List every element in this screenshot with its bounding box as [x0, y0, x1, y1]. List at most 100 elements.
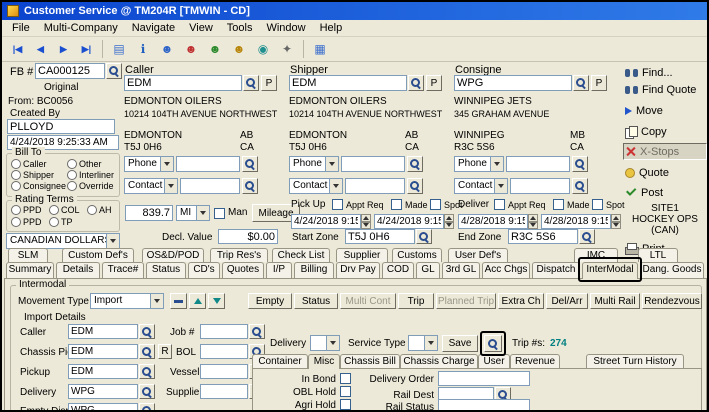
tab-summary[interactable]: Summary	[6, 262, 54, 278]
shipper-phone-combo[interactable]: Phone	[289, 156, 339, 172]
chevron-down-icon[interactable]	[490, 157, 503, 171]
bill-to-consignee-radio[interactable]	[11, 181, 21, 191]
caller-phone-field[interactable]	[176, 156, 240, 172]
start-zone-field[interactable]	[345, 229, 415, 244]
grid-icon[interactable]: ▦	[309, 39, 331, 59]
chevron-down-icon[interactable]	[196, 206, 209, 220]
multi-rail-button[interactable]: Multi Rail	[590, 293, 640, 309]
windows-icon[interactable]: ▤	[108, 39, 130, 59]
im-delivery-field[interactable]	[68, 384, 138, 399]
shipper-contact-field[interactable]	[345, 178, 405, 194]
rating-tp-radio[interactable]	[49, 217, 59, 227]
job-number-lookup-button[interactable]	[249, 324, 265, 339]
caller-contact-field[interactable]	[180, 178, 240, 194]
prior-record-button[interactable]: ◀	[30, 39, 51, 59]
shipper-contact-lookup-button[interactable]	[407, 178, 423, 194]
movement-dash-button[interactable]	[170, 293, 187, 309]
im-caller-field[interactable]	[68, 324, 138, 339]
tab-container[interactable]: Container	[252, 354, 308, 368]
deliver-late-date-spinner[interactable]	[611, 214, 621, 229]
tab-acc-chgs[interactable]: Acc Chgs	[482, 262, 530, 278]
last-record-button[interactable]: ▶|	[76, 39, 97, 59]
tools-icon[interactable]: ✦	[276, 39, 298, 59]
pickup-made-checkbox[interactable]	[391, 199, 402, 210]
tab-ltl[interactable]: LTL	[638, 248, 678, 262]
im-caller-lookup-button[interactable]	[139, 324, 155, 339]
consignee-contact-lookup-button[interactable]	[572, 178, 588, 194]
bill-to-override-radio[interactable]	[67, 181, 77, 191]
vessel-field[interactable]	[200, 364, 248, 379]
tab-3rd-gl[interactable]: 3rd GL	[442, 262, 480, 278]
caller-contact-combo[interactable]: Contact	[124, 178, 178, 194]
chevron-down-icon[interactable]	[106, 234, 119, 248]
chevron-down-icon[interactable]	[326, 336, 339, 350]
chassis-pick-field[interactable]	[68, 344, 138, 359]
customer-icon[interactable]: ☻	[156, 39, 178, 59]
distance-field[interactable]	[125, 205, 173, 221]
tab-revenue[interactable]: Revenue	[510, 354, 560, 368]
distance-unit-combo[interactable]: MI	[176, 205, 210, 221]
pickup-early-date-field[interactable]	[291, 214, 361, 229]
first-record-button[interactable]: |◀	[7, 39, 28, 59]
created-by-field[interactable]	[7, 119, 115, 134]
tab-user[interactable]: User	[478, 354, 510, 368]
rail-status-field[interactable]	[438, 399, 530, 412]
rating-ppd-radio[interactable]	[11, 205, 21, 215]
tab-custom-defs[interactable]: Custom Def's	[62, 248, 134, 262]
shipper-lookup-button[interactable]	[408, 75, 424, 91]
empty-button[interactable]: Empty	[248, 293, 292, 309]
status-button[interactable]: Status	[294, 293, 338, 309]
start-zone-lookup-button[interactable]	[416, 229, 432, 244]
shipper-phone-field[interactable]	[341, 156, 405, 172]
tab-customs[interactable]: Customs	[392, 248, 442, 262]
currency-combo[interactable]: CANADIAN DOLLARS	[6, 233, 120, 249]
fb-number-field[interactable]	[35, 63, 105, 79]
chassis-pick-lookup-button[interactable]	[139, 344, 155, 359]
caller-phone-combo[interactable]: Phone	[124, 156, 174, 172]
consignee-profile-button[interactable]: P	[591, 75, 607, 91]
find-button[interactable]: Find...	[623, 64, 707, 81]
movement-type-combo[interactable]: Import	[90, 293, 164, 309]
consignee-phone-lookup-button[interactable]	[572, 156, 588, 172]
shipper-profile-button[interactable]: P	[426, 75, 442, 91]
info-icon[interactable]: ℹ	[132, 39, 154, 59]
delivery-order-field[interactable]	[438, 371, 530, 386]
tab-chassis-bill[interactable]: Chassis Bill	[340, 354, 400, 368]
tab-ip[interactable]: I/P	[266, 262, 292, 278]
shipper-code-field[interactable]	[289, 75, 407, 91]
tab-supplier[interactable]: Supplier	[336, 248, 388, 262]
tab-gl[interactable]: GL	[416, 262, 440, 278]
rendezvous-button[interactable]: Rendezvous	[642, 293, 702, 309]
end-zone-field[interactable]	[508, 229, 578, 244]
tab-dang-goods[interactable]: Dang. Goods	[640, 262, 704, 278]
carrier-icon[interactable]: ☻	[180, 39, 202, 59]
chevron-down-icon[interactable]	[160, 157, 173, 171]
extra-ch-button[interactable]: Extra Ch	[498, 293, 544, 309]
deliver-early-date-spinner[interactable]	[528, 214, 538, 229]
caller-profile-button[interactable]: P	[261, 75, 277, 91]
tab-details[interactable]: Details	[56, 262, 100, 278]
bol-field[interactable]	[200, 344, 248, 359]
tab-chassis-charge[interactable]: Chassis Charge	[400, 354, 478, 368]
menu-navigate[interactable]: Navigate	[125, 21, 182, 35]
im-pickup-field[interactable]	[68, 364, 138, 379]
driver-icon[interactable]: ☻	[204, 39, 226, 59]
tab-trace[interactable]: Trace#	[102, 262, 144, 278]
manual-mileage-checkbox[interactable]	[214, 208, 225, 219]
r-button[interactable]: R	[158, 344, 172, 359]
menu-window[interactable]: Window	[259, 21, 312, 35]
trip-button[interactable]: Trip	[398, 293, 434, 309]
shipper-contact-combo[interactable]: Contact	[289, 178, 343, 194]
im-delivery-lookup-button[interactable]	[139, 384, 155, 399]
consignee-lookup-button[interactable]	[573, 75, 589, 91]
move-button[interactable]: Move	[623, 102, 707, 119]
post-button[interactable]: Post	[623, 184, 707, 201]
menu-tools[interactable]: Tools	[220, 21, 260, 35]
tab-status[interactable]: Status	[146, 262, 186, 278]
menu-file[interactable]: File	[5, 21, 37, 35]
movement-up-button[interactable]	[189, 293, 206, 309]
bill-to-caller-radio[interactable]	[11, 159, 21, 169]
chevron-down-icon[interactable]	[164, 179, 177, 193]
chevron-down-icon[interactable]	[424, 336, 437, 350]
in-bond-checkbox[interactable]	[340, 373, 351, 384]
